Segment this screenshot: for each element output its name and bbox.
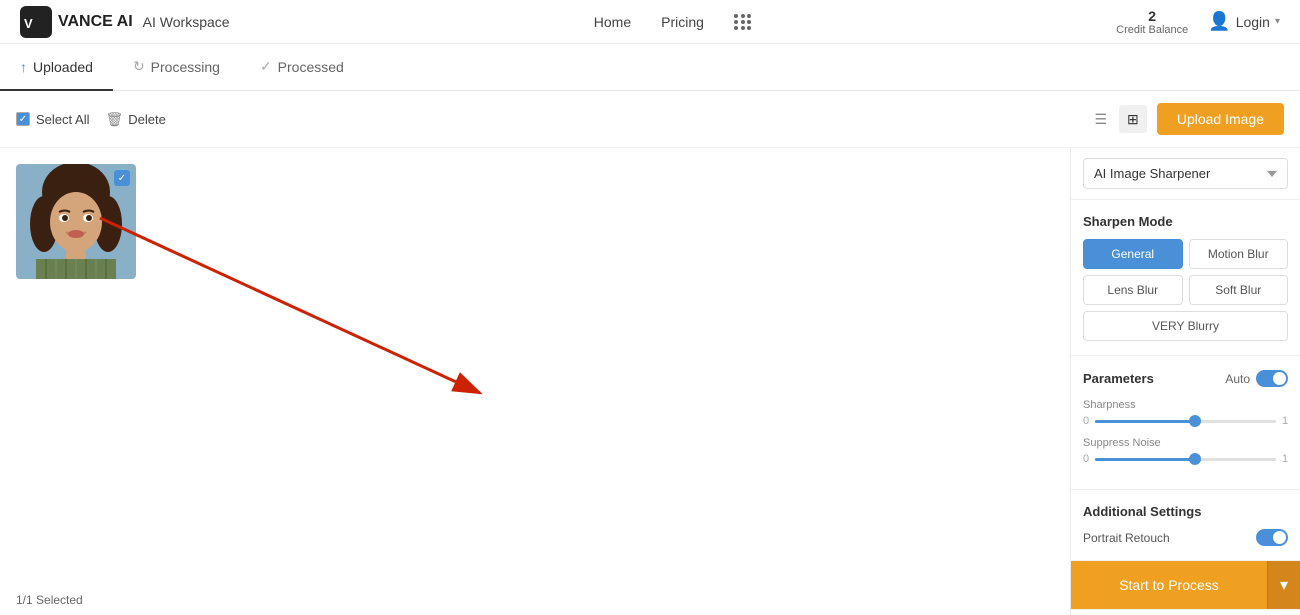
svg-text:V: V [24,16,33,31]
processed-icon: ✓ [260,58,272,75]
select-all-button[interactable]: ✓ Select All [16,112,89,127]
login-label[interactable]: Login [1236,14,1270,30]
auto-toggle: Auto [1225,370,1288,387]
suppress-slider[interactable] [1095,458,1276,461]
credit-balance: 2 Credit Balance [1116,8,1188,36]
sharpness-slider-row: 0 1 [1083,415,1288,427]
suppress-fill [1095,458,1195,461]
auto-toggle-switch[interactable] [1256,370,1288,387]
check-mark-icon: ✓ [118,173,126,184]
process-dropdown-button[interactable]: ▾ [1267,561,1300,609]
arrow-indicator [90,208,510,408]
image-selected-checkbox[interactable]: ✓ [114,170,130,186]
suppress-max: 1 [1282,453,1288,465]
trash-icon: 🗑 [105,111,123,128]
main: ✓ 1/1 Selected AI Image Sharpener Sharp [0,148,1300,615]
sharpen-mode-title: Sharpen Mode [1083,214,1288,229]
logo-text: VANCE AI [58,13,133,31]
image-area: ✓ 1/1 Selected [0,148,1070,615]
tab-processed-label: Processed [278,59,344,75]
toggle-thumb [1273,372,1286,385]
sharpness-max: 1 [1282,415,1288,427]
select-all-checkbox[interactable]: ✓ [16,112,30,126]
header-nav: Home Pricing [594,14,752,30]
upload-icon: ↑ [20,59,27,75]
mode-soft-blur[interactable]: Soft Blur [1189,275,1289,305]
additional-settings-section: Additional Settings Portrait Retouch [1071,490,1300,561]
chevron-down-icon: ▾ [1275,16,1280,27]
mode-general[interactable]: General [1083,239,1183,269]
tabs: ↑ Uploaded ↻ Processing ✓ Processed [0,44,1300,91]
toolbar-right: ☰ ⊞ Upload Image [1087,103,1284,135]
logo: V VANCE AI [20,6,133,38]
auto-label: Auto [1225,372,1250,386]
tab-processed[interactable]: ✓ Processed [240,44,364,91]
parameters-section: Parameters Auto Sharpness 0 1 [1071,356,1300,490]
mode-lens-blur[interactable]: Lens Blur [1083,275,1183,305]
tool-selector[interactable]: AI Image Sharpener [1083,158,1288,189]
status-text: 1/1 Selected [16,593,83,607]
process-bar: Start to Process ▾ [1071,561,1300,609]
process-section: Start to Process ▾ ⚙ Output Settings [1071,561,1300,615]
grid-view-button[interactable]: ⊞ [1119,105,1147,133]
suppress-min: 0 [1083,453,1089,465]
nav-home[interactable]: Home [594,14,631,30]
toolbar-left: ✓ Select All 🗑 Delete [16,111,1071,128]
suppress-thumb[interactable] [1189,453,1201,465]
suppress-noise-label: Suppress Noise [1083,437,1288,449]
tab-uploaded-label: Uploaded [33,59,93,75]
logo-icon: V [20,6,52,38]
tab-uploaded[interactable]: ↑ Uploaded [0,45,113,91]
tab-processing[interactable]: ↻ Processing [113,44,240,91]
sharpness-thumb[interactable] [1189,415,1201,427]
header-right: 2 Credit Balance 👤 Login ▾ [1116,8,1280,36]
delete-button[interactable]: 🗑 Delete [105,111,165,128]
portrait-retouch-row: Portrait Retouch [1083,529,1288,546]
mode-motion-blur[interactable]: Motion Blur [1189,239,1289,269]
user-icon: 👤 [1208,11,1230,32]
params-header: Parameters Auto [1083,370,1288,387]
workspace-label: AI Workspace [143,14,230,30]
processing-icon: ↻ [133,58,145,75]
portrait-retouch-toggle[interactable] [1256,529,1288,546]
output-settings-button[interactable]: ⚙ Output Settings [1071,609,1300,615]
sharpness-min: 0 [1083,415,1089,427]
sharpen-mode-section: Sharpen Mode General Motion Blur Lens Bl… [1071,200,1300,356]
panel-header: AI Image Sharpener [1071,148,1300,200]
tab-processing-label: Processing [151,59,220,75]
right-panel: AI Image Sharpener Sharpen Mode General … [1070,148,1300,615]
toolbar: ✓ Select All 🗑 Delete ☰ ⊞ Upload Image [0,91,1300,148]
portrait-retouch-label: Portrait Retouch [1083,531,1170,545]
credit-count: 2 [1116,8,1188,24]
suppress-noise-param: Suppress Noise 0 1 [1083,437,1288,465]
sharpness-fill [1095,420,1195,423]
start-process-button[interactable]: Start to Process [1071,561,1267,609]
mode-very-blurry[interactable]: VERY Blurry [1083,311,1288,341]
additional-settings-title: Additional Settings [1083,504,1288,519]
login-button[interactable]: 👤 Login ▾ [1208,11,1280,32]
nav-pricing[interactable]: Pricing [661,14,704,30]
credit-label: Credit Balance [1116,24,1188,36]
select-all-label: Select All [36,112,89,127]
list-view-button[interactable]: ☰ [1087,105,1115,133]
upload-image-button[interactable]: Upload Image [1157,103,1284,135]
parameters-title: Parameters [1083,371,1154,386]
check-icon: ✓ [19,114,27,125]
image-item[interactable]: ✓ [16,164,136,279]
delete-label: Delete [128,112,166,127]
sharpness-label: Sharpness [1083,399,1288,411]
header: V VANCE AI AI Workspace Home Pricing 2 C… [0,0,1300,44]
portrait-toggle-thumb [1273,531,1286,544]
sharpness-param: Sharpness 0 1 [1083,399,1288,427]
apps-icon[interactable] [734,14,752,30]
view-toggle: ☰ ⊞ [1087,105,1147,133]
mode-grid: General Motion Blur Lens Blur Soft Blur … [1083,239,1288,341]
header-left: V VANCE AI AI Workspace [20,6,230,38]
suppress-slider-row: 0 1 [1083,453,1288,465]
sharpness-slider[interactable] [1095,420,1276,423]
